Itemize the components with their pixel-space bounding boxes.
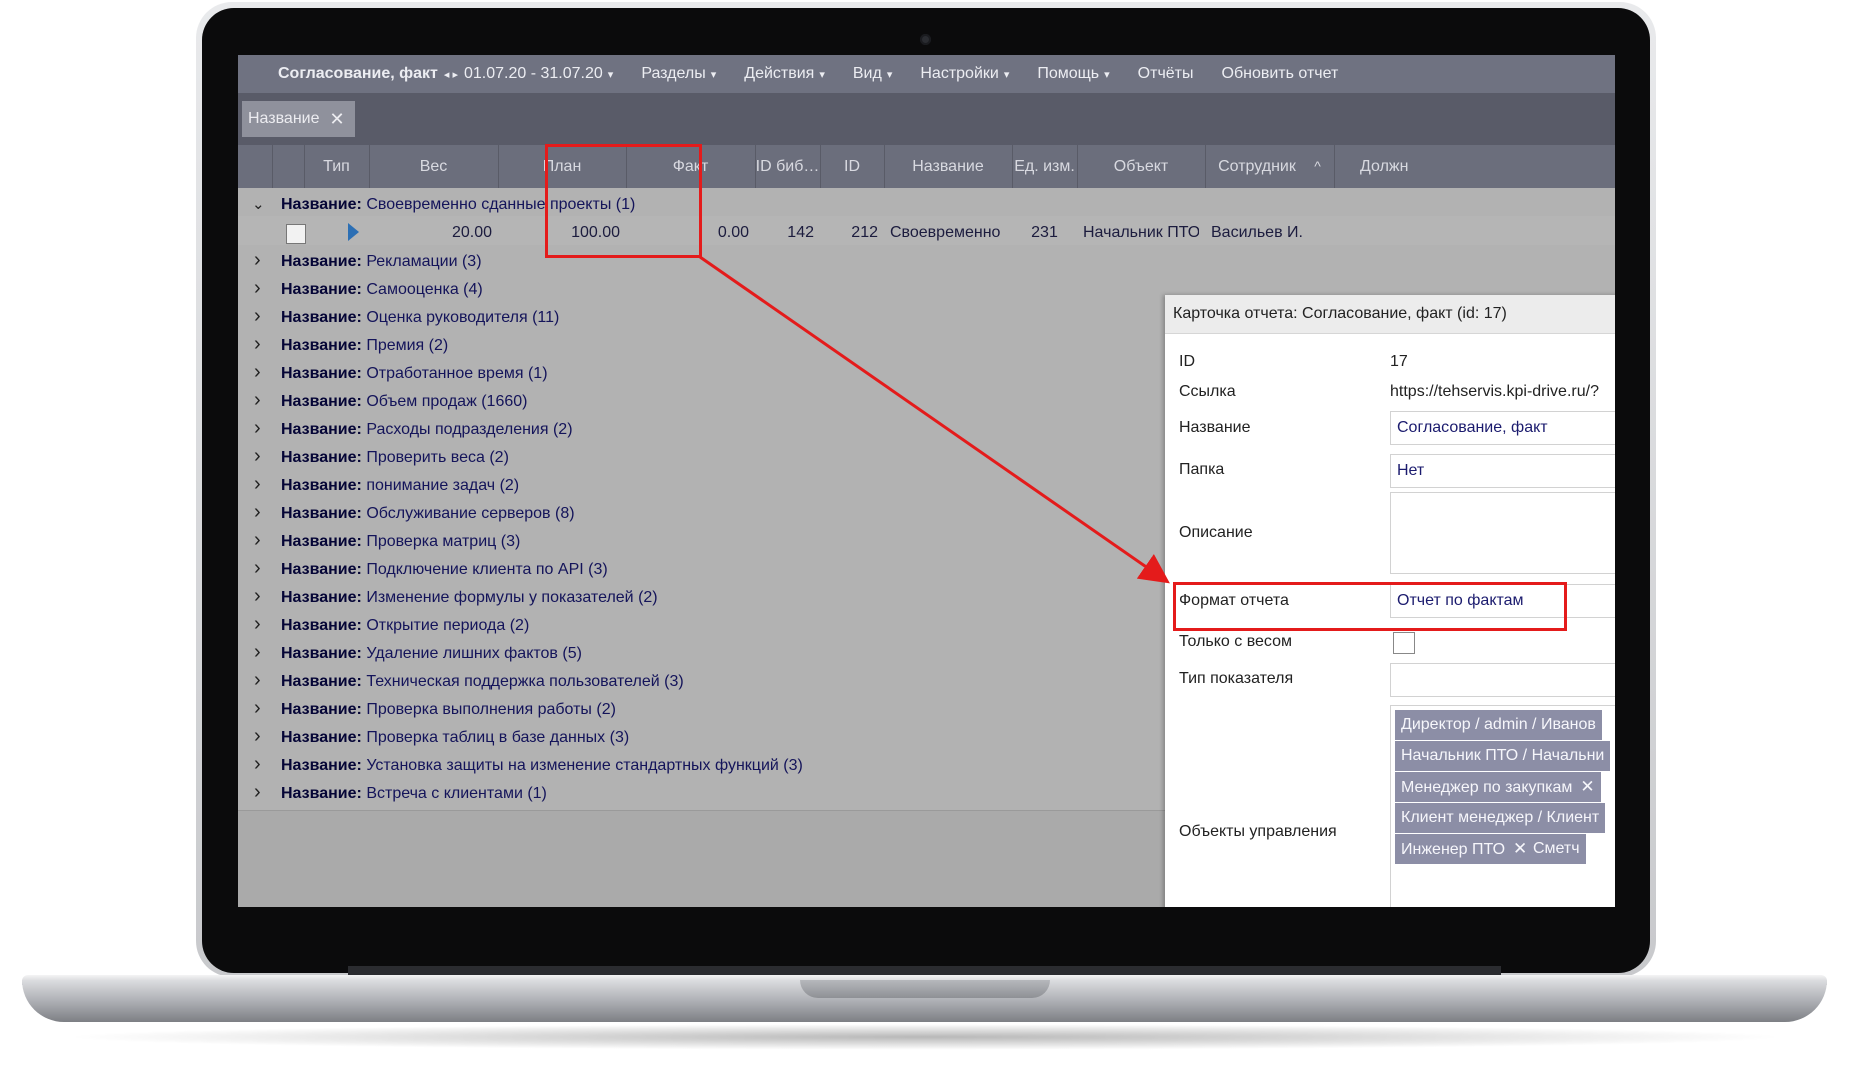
column-header-object[interactable]: Объект [1077,145,1206,188]
column-header-id[interactable]: ID [820,145,885,188]
column-header-employee[interactable]: Сотрудник ^ [1205,145,1335,188]
card-format-select[interactable]: Отчет по фактам [1390,584,1615,618]
laptop-notch [800,980,1050,998]
group-by-bar: Название ✕ [238,93,1615,145]
laptop-shadow [60,1024,1790,1050]
card-row-indicator-type: Тип показателя [1165,661,1615,701]
object-tag[interactable]: Директор / admin / Иванов [1395,710,1602,740]
card-name-input[interactable]: Согласование, факт [1390,411,1615,445]
card-description-label: Описание [1179,524,1253,541]
card-row-format: Формат отчета Отчет по фактам [1165,583,1615,623]
card-row-weight-only: Только с весом [1165,625,1615,661]
chevron-down-icon: ▾ [710,69,717,81]
card-format-label: Формат отчета [1179,592,1289,609]
object-tag[interactable]: Сметч [1527,834,1586,864]
column-header-fact[interactable]: Факт [626,145,756,188]
play-icon[interactable] [348,223,359,241]
webcam-icon [920,34,931,45]
close-icon[interactable]: ✕ [330,109,345,130]
column-header-position[interactable]: Должн [1334,145,1460,188]
menu-help[interactable]: Помощь ▾ [1037,65,1109,83]
card-weight-only-label: Только с весом [1179,633,1293,650]
app-screen: Согласование, факт ◂ ▸ 01.07.20 - 31.07.… [238,55,1615,907]
menu-sections[interactable]: Разделы ▾ [641,65,716,83]
card-row-id: ID 17 [1165,347,1615,377]
chevron-down-icon: ▾ [886,69,893,81]
column-header-plan[interactable]: План [498,145,627,188]
column-header-library-id[interactable]: ID биб… [755,145,821,188]
period-arrows-icon[interactable]: ◂ ▸ [444,68,458,81]
group-chip[interactable]: Название ✕ [242,101,355,137]
report-card-panel: Карточка отчета: Согласование, факт (id:… [1165,295,1615,907]
card-objects-label: Объекты управления [1179,823,1337,840]
chevron-down-icon: ▾ [1003,69,1010,81]
remove-tag-icon[interactable]: ✕ [1513,839,1527,858]
report-card-title: Карточка отчета: Согласование, факт (id:… [1165,295,1615,334]
card-description-textarea[interactable] [1390,492,1615,574]
card-row-description: Описание [1165,492,1615,574]
card-row-folder: Папка Нет [1165,451,1615,491]
card-link-label: Ссылка [1179,383,1236,400]
chevron-down-icon[interactable]: ▾ [608,68,614,81]
menu-reports[interactable]: Отчёты [1138,65,1194,83]
column-header-select[interactable] [238,145,273,188]
period-selector[interactable]: 01.07.20 - 31.07.20 [464,65,603,83]
report-title[interactable]: Согласование, факт [278,65,438,83]
card-row-objects: Объекты управления Директор / admin / Ив… [1165,705,1615,907]
top-menubar: Согласование, факт ◂ ▸ 01.07.20 - 31.07.… [238,55,1615,93]
card-objects-multiselect[interactable]: Директор / admin / Иванов Начальник ПТО … [1390,705,1615,907]
card-row-link: Ссылка https://tehservis.kpi-drive.ru/? [1165,377,1615,407]
card-folder-label: Папка [1179,461,1225,478]
card-indicator-type-label: Тип показателя [1179,670,1294,687]
card-name-label: Название [1179,419,1251,436]
column-header-type[interactable]: Тип [304,145,370,188]
remove-tag-icon[interactable]: ✕ [1580,777,1594,796]
object-tag[interactable]: Начальник ПТО / Начальни [1395,741,1611,771]
card-indicator-type-select[interactable] [1390,663,1615,697]
chevron-right-icon[interactable]: › [254,776,261,809]
column-header-blank [272,145,305,188]
group-chip-label: Название [248,110,320,127]
card-link-value[interactable]: https://tehservis.kpi-drive.ru/? [1390,383,1599,401]
sort-ascending-icon: ^ [1314,158,1321,174]
column-header-name[interactable]: Название [884,145,1013,188]
menu-settings[interactable]: Настройки ▾ [920,65,1009,83]
menu-actions[interactable]: Действия ▾ [744,65,825,83]
row-checkbox[interactable] [286,224,306,244]
object-tag[interactable]: Менеджер по закупкам ✕ [1395,772,1601,802]
column-header-unit[interactable]: Ед. изм. [1012,145,1078,188]
card-weight-only-checkbox[interactable] [1393,632,1415,654]
column-header-weight[interactable]: Вес [369,145,499,188]
object-tag[interactable]: Инженер ПТО ✕ [1395,834,1534,864]
chevron-down-icon: ▾ [819,69,825,81]
card-folder-select[interactable]: Нет [1390,454,1615,488]
card-id-label: ID [1179,353,1195,370]
table-header: Тип Вес План Факт ID биб… ID Название Ед… [238,145,1615,188]
refresh-report-button[interactable]: Обновить отчет [1222,65,1339,83]
card-row-name: Название Согласование, факт [1165,411,1615,451]
group-row-label: Название: Встреча с клиентами (1) [281,785,547,802]
card-id-value: 17 [1390,353,1408,370]
menu-view[interactable]: Вид ▾ [853,65,892,83]
object-tag[interactable]: Клиент менеджер / Клиент [1395,803,1606,833]
chevron-down-icon: ▾ [1104,69,1110,81]
